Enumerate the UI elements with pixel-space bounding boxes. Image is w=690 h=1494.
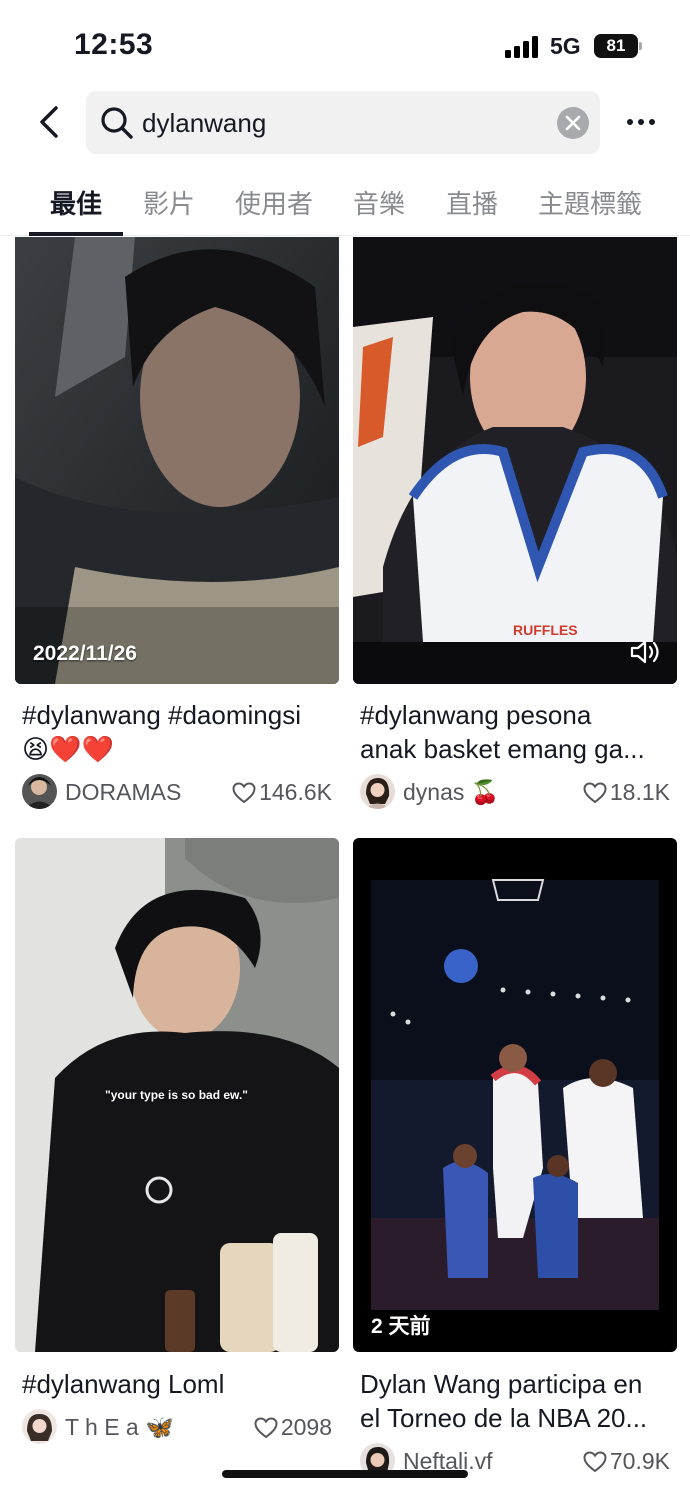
battery-level: 81 <box>594 34 638 58</box>
video-meta: T h E a 🦋 2098 <box>22 1409 332 1445</box>
username[interactable]: T h E a 🦋 <box>65 1414 174 1441</box>
close-icon <box>565 115 581 131</box>
like-count: 146.6K <box>232 779 332 806</box>
heart-icon <box>232 782 256 804</box>
heart-icon <box>583 1451 607 1473</box>
video-caption: #dylanwang pesona anak basket emang ga..… <box>360 700 645 764</box>
battery-icon: 81 <box>594 34 642 58</box>
network-type: 5G <box>550 33 581 59</box>
heart-icon <box>583 782 607 804</box>
video-thumbnail[interactable]: "your type is so bad ew." <box>15 838 339 1352</box>
video-card[interactable]: 2 天前 Dylan Wang participa en el Torneo d… <box>353 838 677 1478</box>
avatar[interactable] <box>22 774 57 809</box>
status-bar: 12:53 5G 81 <box>0 0 690 90</box>
signal-icon <box>505 36 541 58</box>
jersey-text: RUFFLES <box>513 622 578 638</box>
video-thumbnail[interactable]: RUFFLES <box>353 237 677 684</box>
search-icon <box>101 107 133 139</box>
speaker-icon[interactable] <box>629 638 663 666</box>
username[interactable]: dynas 🍒 <box>403 779 499 806</box>
tab-sounds[interactable]: 音樂 <box>353 184 405 221</box>
back-button[interactable] <box>32 104 68 140</box>
video-meta: dynas 🍒 18.1K <box>360 774 670 810</box>
like-count: 18.1K <box>583 779 670 806</box>
video-caption: #dylanwang #daomingsi 😫❤️❤️ <box>22 700 301 764</box>
tab-top[interactable]: 最佳 <box>50 184 102 221</box>
status-time: 12:53 <box>74 28 154 61</box>
video-thumbnail[interactable]: 2 天前 <box>353 838 677 1352</box>
video-meta: DORAMAS 146.6K <box>22 774 332 810</box>
tab-users[interactable]: 使用者 <box>235 184 313 221</box>
tab-hashtags[interactable]: 主題標籤 <box>538 184 642 221</box>
video-overlay-quote: "your type is so bad ew." <box>105 1088 248 1102</box>
tab-live[interactable]: 直播 <box>446 184 498 221</box>
post-date: 2 天前 <box>371 1315 431 1338</box>
ellipsis-icon <box>627 119 633 125</box>
video-card[interactable]: 2022/11/26 #dylanwang #daomingsi 😫❤️❤️ D… <box>15 237 339 827</box>
tab-videos[interactable]: 影片 <box>143 184 195 221</box>
video-thumbnail[interactable]: 2022/11/26 <box>15 237 339 684</box>
active-tab-indicator <box>29 232 123 236</box>
video-card[interactable]: RUFFLES #dylanwang pesona anak basket em… <box>353 237 677 827</box>
search-bar[interactable]: dylanwang <box>86 91 600 154</box>
search-tabs: 最佳 影片 使用者 音樂 直播 主題標籤 <box>0 168 690 236</box>
home-indicator <box>222 1470 468 1478</box>
avatar[interactable] <box>360 774 395 809</box>
video-card[interactable]: "your type is so bad ew." #dylanwang Lom… <box>15 838 339 1444</box>
clear-search-button[interactable] <box>557 107 589 139</box>
video-caption: Dylan Wang participa en el Torneo de la … <box>360 1369 648 1433</box>
search-input[interactable]: dylanwang <box>142 108 266 139</box>
more-options-button[interactable] <box>620 108 660 136</box>
avatar[interactable] <box>22 1409 57 1444</box>
video-caption: #dylanwang Loml <box>22 1369 225 1399</box>
post-date: 2022/11/26 <box>33 642 137 665</box>
like-count: 70.9K <box>583 1448 670 1475</box>
heart-icon <box>254 1417 278 1439</box>
like-count: 2098 <box>254 1414 332 1441</box>
chevron-left-icon <box>40 106 58 138</box>
username[interactable]: DORAMAS <box>65 779 181 806</box>
